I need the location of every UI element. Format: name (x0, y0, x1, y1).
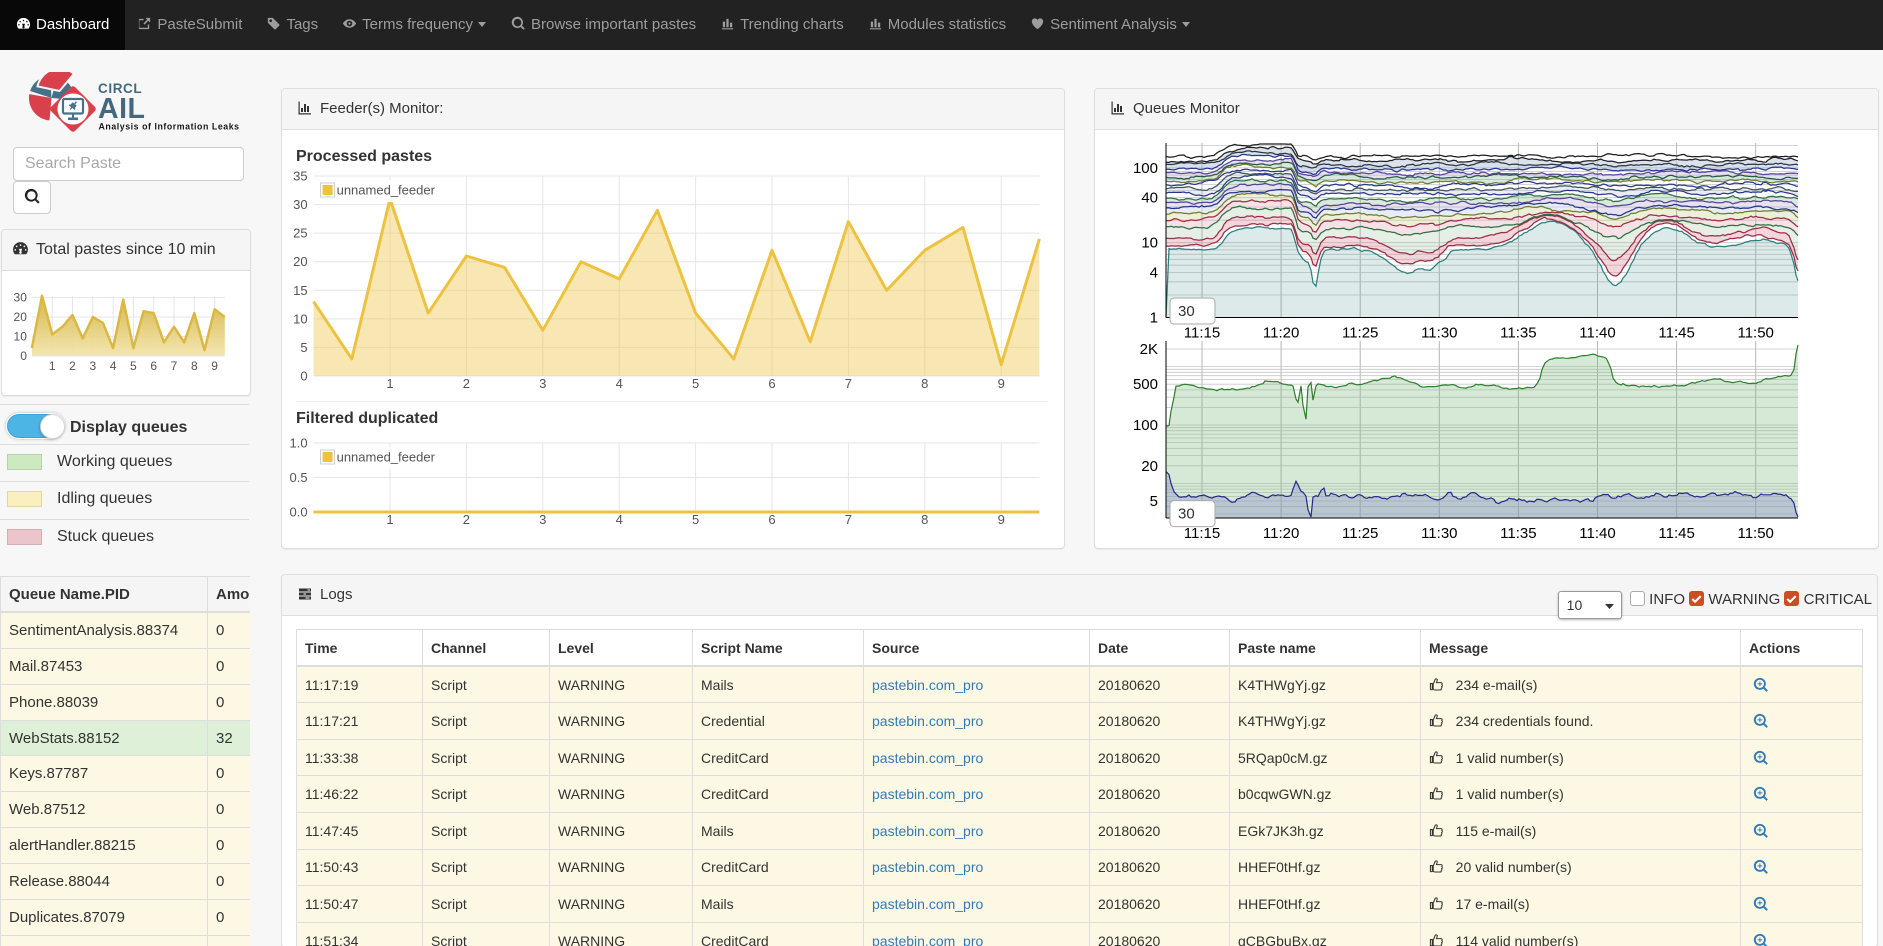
svg-text:1: 1 (49, 359, 56, 373)
svg-text:9: 9 (998, 512, 1005, 527)
svg-text:30: 30 (293, 197, 307, 212)
svg-text:11:45: 11:45 (1658, 525, 1694, 542)
svg-text:0: 0 (300, 369, 307, 384)
svg-text:0.5: 0.5 (290, 470, 308, 485)
svg-text:10: 10 (1141, 235, 1158, 252)
svg-text:30: 30 (14, 291, 28, 305)
svg-text:11:50: 11:50 (1737, 325, 1773, 342)
svg-text:11:20: 11:20 (1263, 525, 1299, 542)
svg-text:11:15: 11:15 (1184, 525, 1220, 542)
svg-text:4: 4 (616, 512, 623, 527)
svg-text:11:30: 11:30 (1421, 525, 1457, 542)
svg-text:10: 10 (293, 311, 307, 326)
svg-text:Analysis of Information Leaks: Analysis of Information Leaks (99, 122, 240, 132)
svg-text:11:35: 11:35 (1500, 525, 1536, 542)
svg-text:7: 7 (845, 376, 852, 391)
svg-text:10: 10 (14, 330, 28, 344)
svg-text:4: 4 (616, 376, 623, 391)
svg-text:1.0: 1.0 (290, 436, 308, 451)
svg-text:1: 1 (1150, 310, 1158, 327)
svg-text:5: 5 (300, 340, 307, 355)
svg-text:25: 25 (293, 226, 307, 241)
svg-text:20: 20 (1141, 458, 1158, 475)
svg-text:11:50: 11:50 (1737, 525, 1773, 542)
svg-text:40: 40 (1141, 190, 1158, 207)
svg-text:AIL: AIL (98, 93, 145, 125)
svg-text:30: 30 (1178, 303, 1195, 320)
svg-text:5: 5 (1150, 493, 1158, 510)
svg-text:35: 35 (293, 169, 307, 184)
svg-text:2: 2 (463, 512, 470, 527)
svg-text:0.0: 0.0 (290, 505, 308, 520)
svg-text:20: 20 (293, 254, 307, 269)
svg-text:8: 8 (921, 376, 928, 391)
svg-text:1: 1 (386, 512, 393, 527)
svg-text:20: 20 (14, 310, 28, 324)
svg-text:11:20: 11:20 (1263, 325, 1299, 342)
svg-text:9: 9 (998, 376, 1005, 391)
svg-text:3: 3 (539, 512, 546, 527)
svg-text:11:45: 11:45 (1658, 325, 1694, 342)
svg-text:2: 2 (69, 359, 76, 373)
svg-text:100: 100 (1133, 160, 1158, 177)
svg-text:5: 5 (692, 376, 699, 391)
svg-text:8: 8 (191, 359, 198, 373)
svg-text:7: 7 (845, 512, 852, 527)
svg-text:6: 6 (150, 359, 157, 373)
svg-text:100: 100 (1133, 417, 1158, 434)
svg-text:11:25: 11:25 (1342, 525, 1378, 542)
svg-text:11:25: 11:25 (1342, 325, 1378, 342)
svg-text:500: 500 (1133, 376, 1158, 393)
svg-text:0: 0 (20, 349, 27, 363)
svg-text:1: 1 (386, 376, 393, 391)
svg-text:11:40: 11:40 (1579, 325, 1615, 342)
svg-text:5: 5 (130, 359, 137, 373)
svg-text:4: 4 (1150, 265, 1158, 282)
svg-text:11:30: 11:30 (1421, 325, 1457, 342)
svg-text:6: 6 (768, 512, 775, 527)
svg-text:unnamed_feeder: unnamed_feeder (337, 183, 436, 198)
svg-text:8: 8 (921, 512, 928, 527)
svg-text:11:40: 11:40 (1579, 525, 1615, 542)
svg-text:2: 2 (463, 376, 470, 391)
svg-text:9: 9 (211, 359, 218, 373)
svg-text:11:15: 11:15 (1184, 325, 1220, 342)
svg-text:7: 7 (171, 359, 178, 373)
svg-text:4: 4 (110, 359, 117, 373)
svg-text:3: 3 (89, 359, 96, 373)
svg-text:30: 30 (1178, 506, 1195, 523)
svg-text:3: 3 (539, 376, 546, 391)
svg-text:2K: 2K (1140, 341, 1158, 358)
svg-text:5: 5 (692, 512, 699, 527)
svg-text:11:35: 11:35 (1500, 325, 1536, 342)
svg-text:15: 15 (293, 283, 307, 298)
svg-text:6: 6 (768, 376, 775, 391)
svg-text:unnamed_feeder: unnamed_feeder (337, 450, 436, 465)
